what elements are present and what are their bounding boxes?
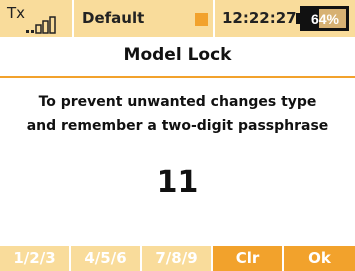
battery-icon: 64% [296, 6, 349, 31]
tx-signal-indicator: Tx [0, 0, 72, 37]
softkey-123[interactable]: 1/2/3 [0, 246, 69, 271]
page-title: Model Lock [123, 45, 232, 65]
model-name[interactable]: Default [82, 9, 144, 27]
title-divider [0, 76, 355, 78]
battery-percent: 64% [311, 11, 340, 27]
instruction-line-1: To prevent unwanted changes type [38, 94, 317, 110]
status-bar: Tx Default 12:22:27 64% [0, 0, 355, 37]
ok-button[interactable]: Ok [284, 246, 355, 271]
clock: 12:22:27 [222, 9, 297, 27]
softkey-bar: 1/2/3 4/5/6 7/8/9 Clr Ok [0, 246, 355, 271]
softkey-789[interactable]: 7/8/9 [142, 246, 211, 271]
status-separator [72, 0, 74, 37]
passcode-display: 11 [156, 165, 199, 200]
battery-indicator: 64% [296, 6, 349, 31]
alarm-indicator-icon [195, 13, 208, 26]
status-separator [213, 0, 215, 37]
softkey-456[interactable]: 4/5/6 [71, 246, 140, 271]
signal-bars-icon [26, 16, 56, 34]
clear-button[interactable]: Clr [213, 246, 282, 271]
tx-label: Tx [7, 4, 26, 22]
instruction-line-2: and remember a two-digit passphrase [26, 118, 329, 134]
